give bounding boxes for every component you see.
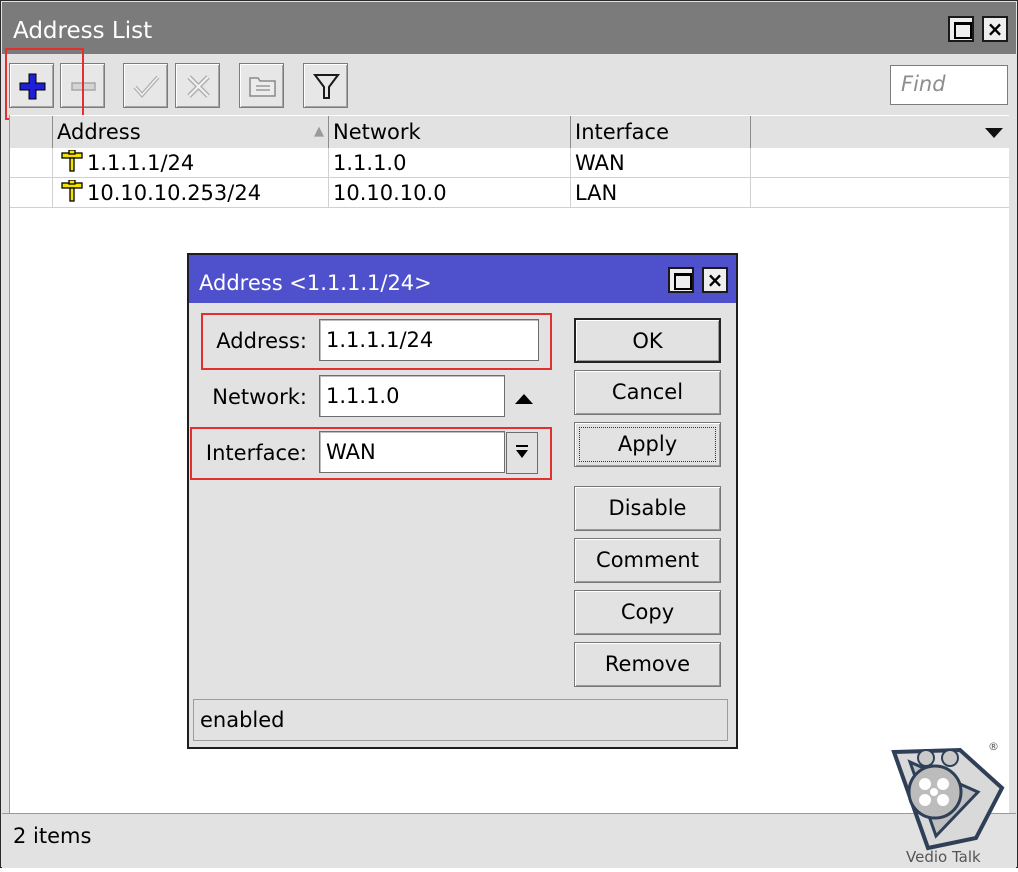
enable-button[interactable]	[123, 63, 168, 108]
highlight-address-field	[201, 313, 552, 370]
column-header-address[interactable]: Address ▲	[53, 116, 329, 148]
window-title: Address List	[13, 18, 153, 44]
dialog-status: enabled	[193, 699, 728, 741]
watermark-logo: ® Vedio Talk	[880, 740, 1010, 868]
row-interface: WAN	[571, 148, 751, 177]
toolbar: Find	[2, 55, 1016, 115]
column-header-interface[interactable]: Interface	[571, 116, 751, 148]
maximize-icon[interactable]	[948, 16, 974, 42]
disable-button[interactable]: Disable	[574, 486, 721, 531]
dialog-close-icon[interactable]: ×	[702, 267, 728, 293]
close-icon[interactable]: ×	[982, 16, 1008, 42]
columns-dropdown-icon[interactable]	[983, 126, 1005, 140]
table-row[interactable]: 10.10.10.253/24 10.10.10.0 LAN	[10, 178, 1009, 208]
highlight-interface-field	[190, 427, 552, 480]
cancel-button[interactable]: Cancel	[574, 370, 721, 415]
window-title-bar[interactable]: Address List ×	[2, 2, 1016, 54]
remove-button[interactable]: Remove	[574, 642, 721, 687]
collapse-up-icon[interactable]	[514, 392, 534, 406]
sort-ascending-icon: ▲	[314, 124, 324, 139]
comment-button[interactable]: Comment	[574, 538, 721, 583]
copy-button[interactable]: Copy	[574, 590, 721, 635]
disable-button[interactable]	[175, 63, 220, 108]
row-network: 1.1.1.0	[329, 148, 571, 177]
address-icon	[61, 150, 83, 172]
item-count: 2 items	[13, 824, 92, 848]
ok-button[interactable]: OK	[574, 318, 721, 363]
find-input[interactable]: Find	[890, 65, 1008, 105]
funnel-icon	[313, 74, 340, 99]
column-header-network[interactable]: Network	[329, 116, 571, 148]
row-address: 1.1.1.1/24	[87, 151, 195, 175]
comment-button[interactable]	[239, 63, 284, 108]
address-dialog: Address <1.1.1.1/24> × Address: 1.1.1.1/…	[187, 253, 738, 749]
status-bar: 2 items	[2, 813, 1016, 868]
row-interface: LAN	[571, 178, 751, 207]
dialog-title: Address <1.1.1.1/24>	[199, 271, 432, 295]
note-icon	[249, 77, 276, 97]
row-address: 10.10.10.253/24	[87, 181, 262, 205]
table-row[interactable]: 1.1.1.1/24 1.1.1.0 WAN	[10, 148, 1009, 178]
column-header-extra	[751, 116, 1009, 148]
watermark-text: Vedio Talk	[906, 848, 981, 866]
highlight-add-button	[5, 48, 84, 120]
table-header: Address ▲ Network Interface	[10, 115, 1009, 149]
x-icon	[187, 75, 210, 98]
address-icon	[61, 180, 83, 202]
check-icon	[133, 75, 160, 99]
network-field[interactable]: 1.1.1.0	[319, 375, 505, 417]
dialog-maximize-icon[interactable]	[668, 267, 694, 293]
apply-button[interactable]: Apply	[574, 422, 721, 467]
row-network: 10.10.10.0	[329, 178, 571, 207]
column-header-flags[interactable]	[10, 116, 53, 148]
filter-button[interactable]	[303, 63, 348, 108]
dialog-title-bar[interactable]: Address <1.1.1.1/24> ×	[189, 255, 736, 303]
registered-mark: ®	[988, 740, 999, 753]
network-label: Network:	[212, 385, 307, 409]
